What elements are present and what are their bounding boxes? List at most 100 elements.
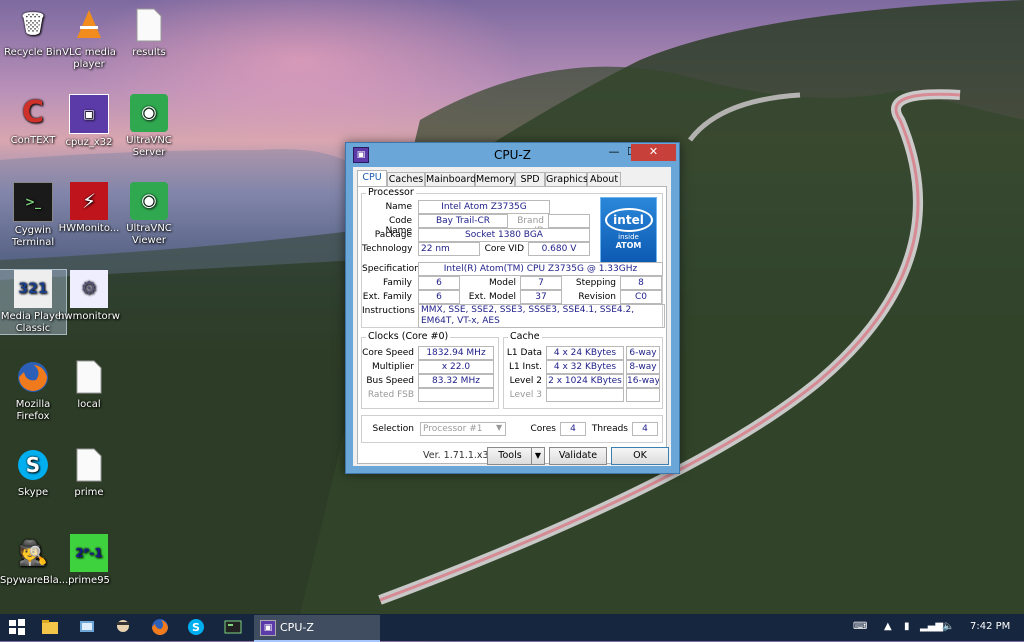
volume-icon[interactable]: 🔈: [942, 621, 954, 632]
tab-about[interactable]: About: [587, 172, 621, 187]
minimize-button[interactable]: —: [604, 144, 624, 161]
corevid-value: 0.680 V: [528, 242, 590, 256]
file-icon: [70, 446, 108, 484]
brandid-value: [548, 214, 590, 228]
desktop-icon-vlc[interactable]: VLC media player: [56, 6, 122, 71]
skype-taskbar-icon[interactable]: S: [187, 618, 205, 636]
terminal-taskbar-icon[interactable]: [224, 618, 242, 636]
revision-label: Revision: [578, 292, 616, 302]
intel-inside-text: inside: [618, 233, 639, 241]
intel-logo-text: intel: [604, 208, 653, 232]
extmodel-label: Ext. Model: [468, 292, 516, 302]
firefox-taskbar-icon[interactable]: [151, 618, 169, 636]
technology-label: Technology: [362, 244, 413, 254]
selection-dropdown[interactable]: Processor #1: [420, 422, 506, 436]
processor-group-label: Processor: [366, 187, 416, 198]
start-windows-icon[interactable]: [8, 618, 26, 636]
l3-label: Level 3: [509, 390, 542, 400]
corespeed-value: 1832.94 MHz: [418, 346, 494, 360]
cache-group-label: Cache: [508, 331, 542, 342]
ratedfsb-value: [418, 388, 494, 402]
eye-icon: ◉: [130, 182, 168, 220]
name-label: Name: [385, 202, 412, 212]
cpu-tab-panel: Processor Name Intel Atom Z3735G Code Na…: [357, 186, 667, 464]
selection-label: Selection: [372, 424, 414, 434]
l1i-way: 8-way: [626, 360, 660, 374]
desktop-icon-local[interactable]: local: [56, 358, 122, 411]
file-explorer-icon[interactable]: [41, 618, 59, 636]
window-client: CPU Caches Mainboard Memory SPD Graphics…: [353, 167, 671, 466]
desktop-icon-results[interactable]: results: [116, 6, 182, 59]
cache-group: Cache L1 Data 4 x 24 KBytes 6-way L1 Ins…: [503, 331, 663, 409]
instructions-value: MMX, SSE, SSE2, SSE3, SSSE3, SSE4.1, SSE…: [418, 304, 665, 328]
gear-file-icon: ⚙: [70, 270, 108, 308]
intel-atom-text: ATOM: [615, 241, 642, 250]
codename-value: Bay Trail-CR: [418, 214, 508, 228]
desktop-icon-prime95[interactable]: 2ᴾ-1 prime95: [56, 534, 122, 587]
extfamily-label: Ext. Family: [362, 292, 412, 302]
battery-icon[interactable]: ▮: [904, 621, 910, 632]
extfamily-value: 6: [418, 290, 460, 304]
context-editor-icon: C: [21, 95, 45, 130]
keyboard-icon[interactable]: ⌨: [853, 621, 867, 632]
ratedfsb-label: Rated FSB: [367, 390, 414, 400]
desktop-icon-ultravnc-server[interactable]: ◉ UltraVNC Server: [116, 94, 182, 159]
close-button[interactable]: ✕: [631, 144, 676, 161]
cpuz-window[interactable]: ▣ CPU-Z — ☐ ✕ CPU Caches Mainboard Memor…: [345, 142, 680, 474]
terminal-icon: >_: [13, 182, 53, 222]
spy-app-icon[interactable]: [114, 618, 132, 636]
tab-graphics[interactable]: Graphics: [545, 172, 588, 187]
taskbar-task-cpuz[interactable]: ▣ CPU-Z: [254, 615, 380, 642]
l3-value: [546, 388, 624, 402]
intel-atom-logo: intel inside ATOM: [600, 197, 657, 263]
busspeed-label: Bus Speed: [366, 376, 414, 386]
family-label: Family: [383, 278, 412, 288]
l1i-value: 4 x 32 KBytes: [546, 360, 624, 374]
l1d-way: 6-way: [626, 346, 660, 360]
l1d-value: 4 x 24 KBytes: [546, 346, 624, 360]
desktop-icon-cpuz[interactable]: ▣ cpuz_x32: [56, 94, 122, 149]
selection-group: Selection Processor #1 ▼ Cores 4 Threads…: [361, 415, 663, 443]
model-value: 7: [520, 276, 562, 290]
clock[interactable]: 7:42 PM: [970, 621, 1010, 632]
control-panel-icon[interactable]: [78, 618, 96, 636]
skype-icon: S: [14, 446, 52, 484]
tab-memory[interactable]: Memory: [475, 172, 515, 187]
l2-label: Level 2: [509, 376, 542, 386]
tools-button[interactable]: Tools: [487, 447, 533, 465]
file-icon: [70, 358, 108, 396]
selection-dropdown-arrow-icon[interactable]: ▼: [496, 423, 502, 432]
file-icon: [130, 6, 168, 44]
tab-spd[interactable]: SPD: [515, 172, 545, 187]
package-label: Package: [374, 230, 412, 240]
threads-label: Threads: [591, 424, 628, 434]
busspeed-value: 83.32 MHz: [418, 374, 494, 388]
revision-value: C0: [620, 290, 662, 304]
desktop-icon-hwmonitorw[interactable]: ⚙ hwmonitorw: [56, 270, 122, 323]
family-value: 6: [418, 276, 460, 290]
clocks-group: Clocks (Core #0) Core Speed 1832.94 MHz …: [361, 331, 499, 409]
cores-value: 4: [560, 422, 586, 436]
tab-caches[interactable]: Caches: [387, 172, 425, 187]
cpuz-chip-icon: ▣: [69, 94, 109, 134]
title-bar[interactable]: ▣ CPU-Z — ☐ ✕: [346, 143, 679, 165]
desktop-icon-prime[interactable]: prime: [56, 446, 122, 499]
desktop-icon-hwmonitor[interactable]: ⚡ HWMonito...: [56, 182, 122, 235]
tab-mainboard[interactable]: Mainboard: [425, 172, 476, 187]
package-value: Socket 1380 BGA: [418, 228, 590, 242]
validate-button[interactable]: Validate: [549, 447, 607, 465]
version-label: Ver. 1.71.1.x32: [423, 450, 495, 461]
threads-value: 4: [632, 422, 658, 436]
cores-label: Cores: [530, 424, 556, 434]
spec-label: Specification: [362, 264, 420, 274]
signal-bars-icon[interactable]: ▂▄▆: [920, 621, 943, 632]
ok-button[interactable]: OK: [611, 447, 669, 465]
vlc-cone-icon: [70, 6, 108, 44]
l2-way: 16-way: [626, 374, 660, 388]
tools-dropdown-arrow-icon[interactable]: ▼: [531, 447, 545, 465]
hwmonitor-bolt-icon: ⚡: [70, 182, 108, 220]
l3-way: [626, 388, 660, 402]
desktop-icon-ultravnc-viewer[interactable]: ◉ UltraVNC Viewer: [116, 182, 182, 247]
multiplier-value: x 22.0: [418, 360, 494, 374]
show-hidden-icons-chevron-icon[interactable]: ▲: [884, 621, 892, 632]
